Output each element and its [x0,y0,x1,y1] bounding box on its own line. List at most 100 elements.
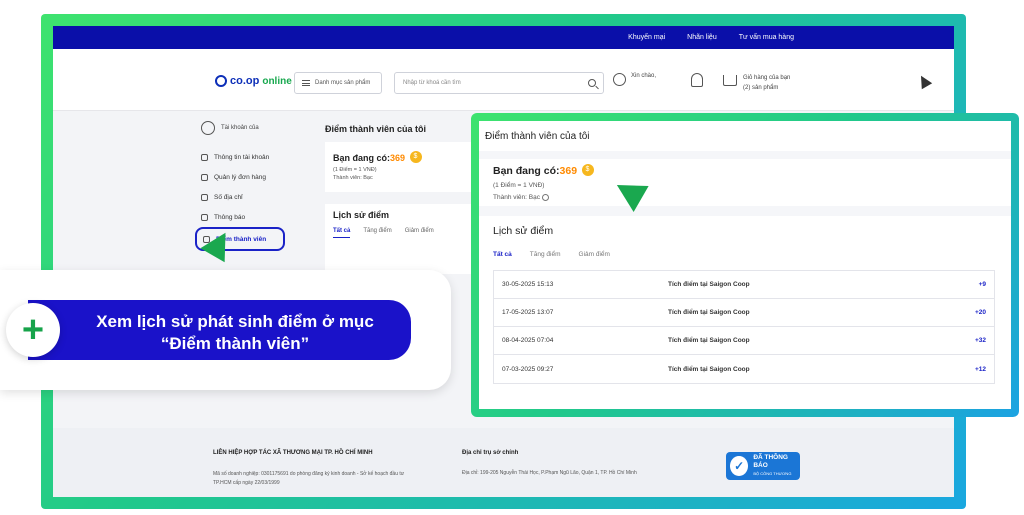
row-description: Tích điểm tại Saigon Coop [668,365,750,373]
table-row: 17-05-2025 13:07 Tích điểm tại Saigon Co… [494,299,994,327]
callout-text: Xem lịch sử phát sinh điểm ở mục “Điểm t… [60,311,410,355]
topbar-link-labels[interactable]: Nhãn liệu [687,34,717,41]
badge-subtitle: BỘ CÔNG THƯƠNG [753,471,792,476]
account-avatar-icon [201,121,215,135]
logo-main-text: co.op [230,75,260,87]
site-header: co.op online Danh mục sản phẩm Nhập từ k… [53,49,954,111]
tab-increase[interactable]: Tăng điểm [530,251,561,258]
row-description: Tích điểm tại Saigon Coop [668,337,750,344]
order-icon [201,173,208,181]
ministry-notified-badge[interactable]: ✓ ĐÃ THÔNG BÁO BỘ CÔNG THƯƠNG [726,452,800,480]
account-label: Tài khoản của [221,125,259,131]
tab-decrease[interactable]: Giảm điểm [405,228,434,238]
footer-org-desc-line: Mã số doanh nghiệp: 0301175691 do phòng … [213,471,405,477]
search-placeholder: Nhập từ khoá cần tìm [403,80,461,86]
tab-all[interactable]: Tất cả [333,228,351,238]
account-header: Tài khoản của [201,121,313,135]
search-input[interactable]: Nhập từ khoá cần tìm [394,72,604,94]
plus-icon: + [6,303,60,357]
hamburger-icon [302,80,310,86]
points-rate: (1 Điểm = 1 VNĐ) [333,167,377,173]
member-points-panel: Điểm thành viên của tôi Bạn đang có:369 … [325,124,485,274]
user-greeting[interactable]: Xin chào, [613,73,671,86]
greeting-text: Xin chào, [631,73,657,79]
row-date: 08-04-2025 07:04 [502,337,554,344]
topbar-link-advice[interactable]: Tư vấn mua hàng [739,34,794,41]
zoomed-balance: Bạn đang có:369 $ (1 Điểm = 1 VNĐ) Thành… [493,161,594,203]
balance-label: Bạn đang có: [493,165,560,177]
cart-icon[interactable] [723,75,737,86]
member-tier: Thành viên: Bạc [333,175,373,181]
zoomed-panel-content: Điểm thành viên của tôi Bạn đang có:369 … [479,121,1011,409]
cart-summary[interactable]: Giỏ hàng của bạn (2) sản phẩm [743,73,790,93]
row-points: +12 [974,365,986,373]
bell-icon [201,213,208,221]
sidebar-item-notifications[interactable]: Thông báo [201,207,313,227]
footer-org-desc-line: TP.HCM cấp ngày 22/03/1999 [213,480,280,486]
badge-text: ĐÃ THÔNG BÁO BỘ CÔNG THƯƠNG [753,454,800,478]
member-points-title: Điểm thành viên của tôi [325,124,427,134]
tab-increase[interactable]: Tăng điểm [363,228,391,238]
section-gap [479,206,1011,216]
zoomed-history-tabs: Tất cả Tăng điểm Giảm điểm [493,251,610,258]
footer-address: Địa chỉ: 199-205 Nguyễn Thái Học, P.Phạm… [462,470,637,476]
row-points: +20 [974,309,986,316]
category-menu-button[interactable]: Danh mục sản phẩm [294,72,382,94]
category-menu-label: Danh mục sản phẩm [315,80,371,86]
topbar-link-promotions[interactable]: Khuyến mại [628,34,665,41]
sidebar-item-label: Quản lý đơn hàng [214,173,266,181]
address-book-icon [201,193,208,201]
table-row: 07-03-2025 09:27 Tích điểm tại Saigon Co… [494,355,994,383]
balance-value: 369 [390,153,406,163]
row-date: 30-05-2025 15:13 [502,281,554,288]
logo-ring-icon [215,75,227,87]
profile-icon [201,153,208,161]
coop-logo[interactable]: co.op online [215,75,292,87]
mouse-cursor-icon [915,72,933,90]
sidebar-item-label: Thông báo [214,213,246,221]
history-tabs: Tất cả Tăng điểm Giảm điểm [333,228,477,238]
cart-line2: (2) sản phẩm [743,85,779,91]
badge-title: ĐÃ THÔNG BÁO [753,454,788,469]
member-tier: Thành viên: Bạc [493,193,594,203]
row-date: 17-05-2025 13:07 [502,309,554,316]
footer-address-title: Địa chỉ trụ sở chính [462,450,519,456]
sidebar-item-address-book[interactable]: Số địa chỉ [201,187,313,207]
row-date: 07-03-2025 09:27 [502,365,554,373]
site-footer: LIÊN HIỆP HỢP TÁC XÃ THƯƠNG MẠI TP. HỒ C… [53,428,954,497]
section-gap [479,151,1011,159]
points-history-title: Lịch sử điểm [333,210,390,220]
user-icon [613,73,626,86]
zoomed-member-panel: Điểm thành viên của tôi Bạn đang có:369 … [471,113,1019,417]
sidebar-item-label: Thông tin tài khoản [214,153,270,161]
footer-org-name: LIÊN HIỆP HỢP TÁC XÃ THƯƠNG MẠI TP. HỒ C… [213,450,373,456]
sidebar-item-account-info[interactable]: Thông tin tài khoản [201,147,313,167]
balance-label: Bạn đang có: [333,153,391,163]
logo-sub-text: online [262,75,292,87]
points-rate: (1 Điểm = 1 VNĐ) [493,182,545,189]
callout-line2: “Điểm thành viên” [160,334,310,353]
points-history-table: 30-05-2025 15:13 Tích điểm tại Saigon Co… [493,270,995,384]
points-balance-box: Bạn đang có:369 $ (1 Điểm = 1 VNĐ) Thành… [325,142,485,192]
table-row: 08-04-2025 07:04 Tích điểm tại Saigon Co… [494,327,994,355]
search-icon[interactable] [588,79,596,87]
tab-decrease[interactable]: Giảm điểm [579,251,610,258]
cart-line1: Giỏ hàng của bạn [743,75,791,81]
row-points: +32 [974,337,986,344]
info-icon[interactable] [541,193,549,201]
coin-icon: $ [409,150,422,163]
balance-value: 369 [559,165,578,177]
tab-all[interactable]: Tất cả [493,251,512,258]
coin-icon: $ [581,163,594,176]
row-points: +9 [978,281,986,288]
row-description: Tích điểm tại Saigon Coop [668,309,750,316]
points-history-box: Lịch sử điểm Tất cả Tăng điểm Giảm điểm [325,204,485,274]
top-bar: Khuyến mại Nhãn liệu Tư vấn mua hàng [53,26,954,49]
sidebar-item-label: Số địa chỉ [214,193,243,201]
table-row: 30-05-2025 15:13 Tích điểm tại Saigon Co… [494,271,994,299]
footer-org-desc: Mã số doanh nghiệp: 0301175691 do phòng … [213,470,433,488]
checkmark-icon: ✓ [730,456,749,476]
sidebar-item-orders[interactable]: Quản lý đơn hàng [201,167,313,187]
notification-bell-icon[interactable] [691,73,703,87]
member-tier-text: Thành viên: Bạc [493,194,540,201]
